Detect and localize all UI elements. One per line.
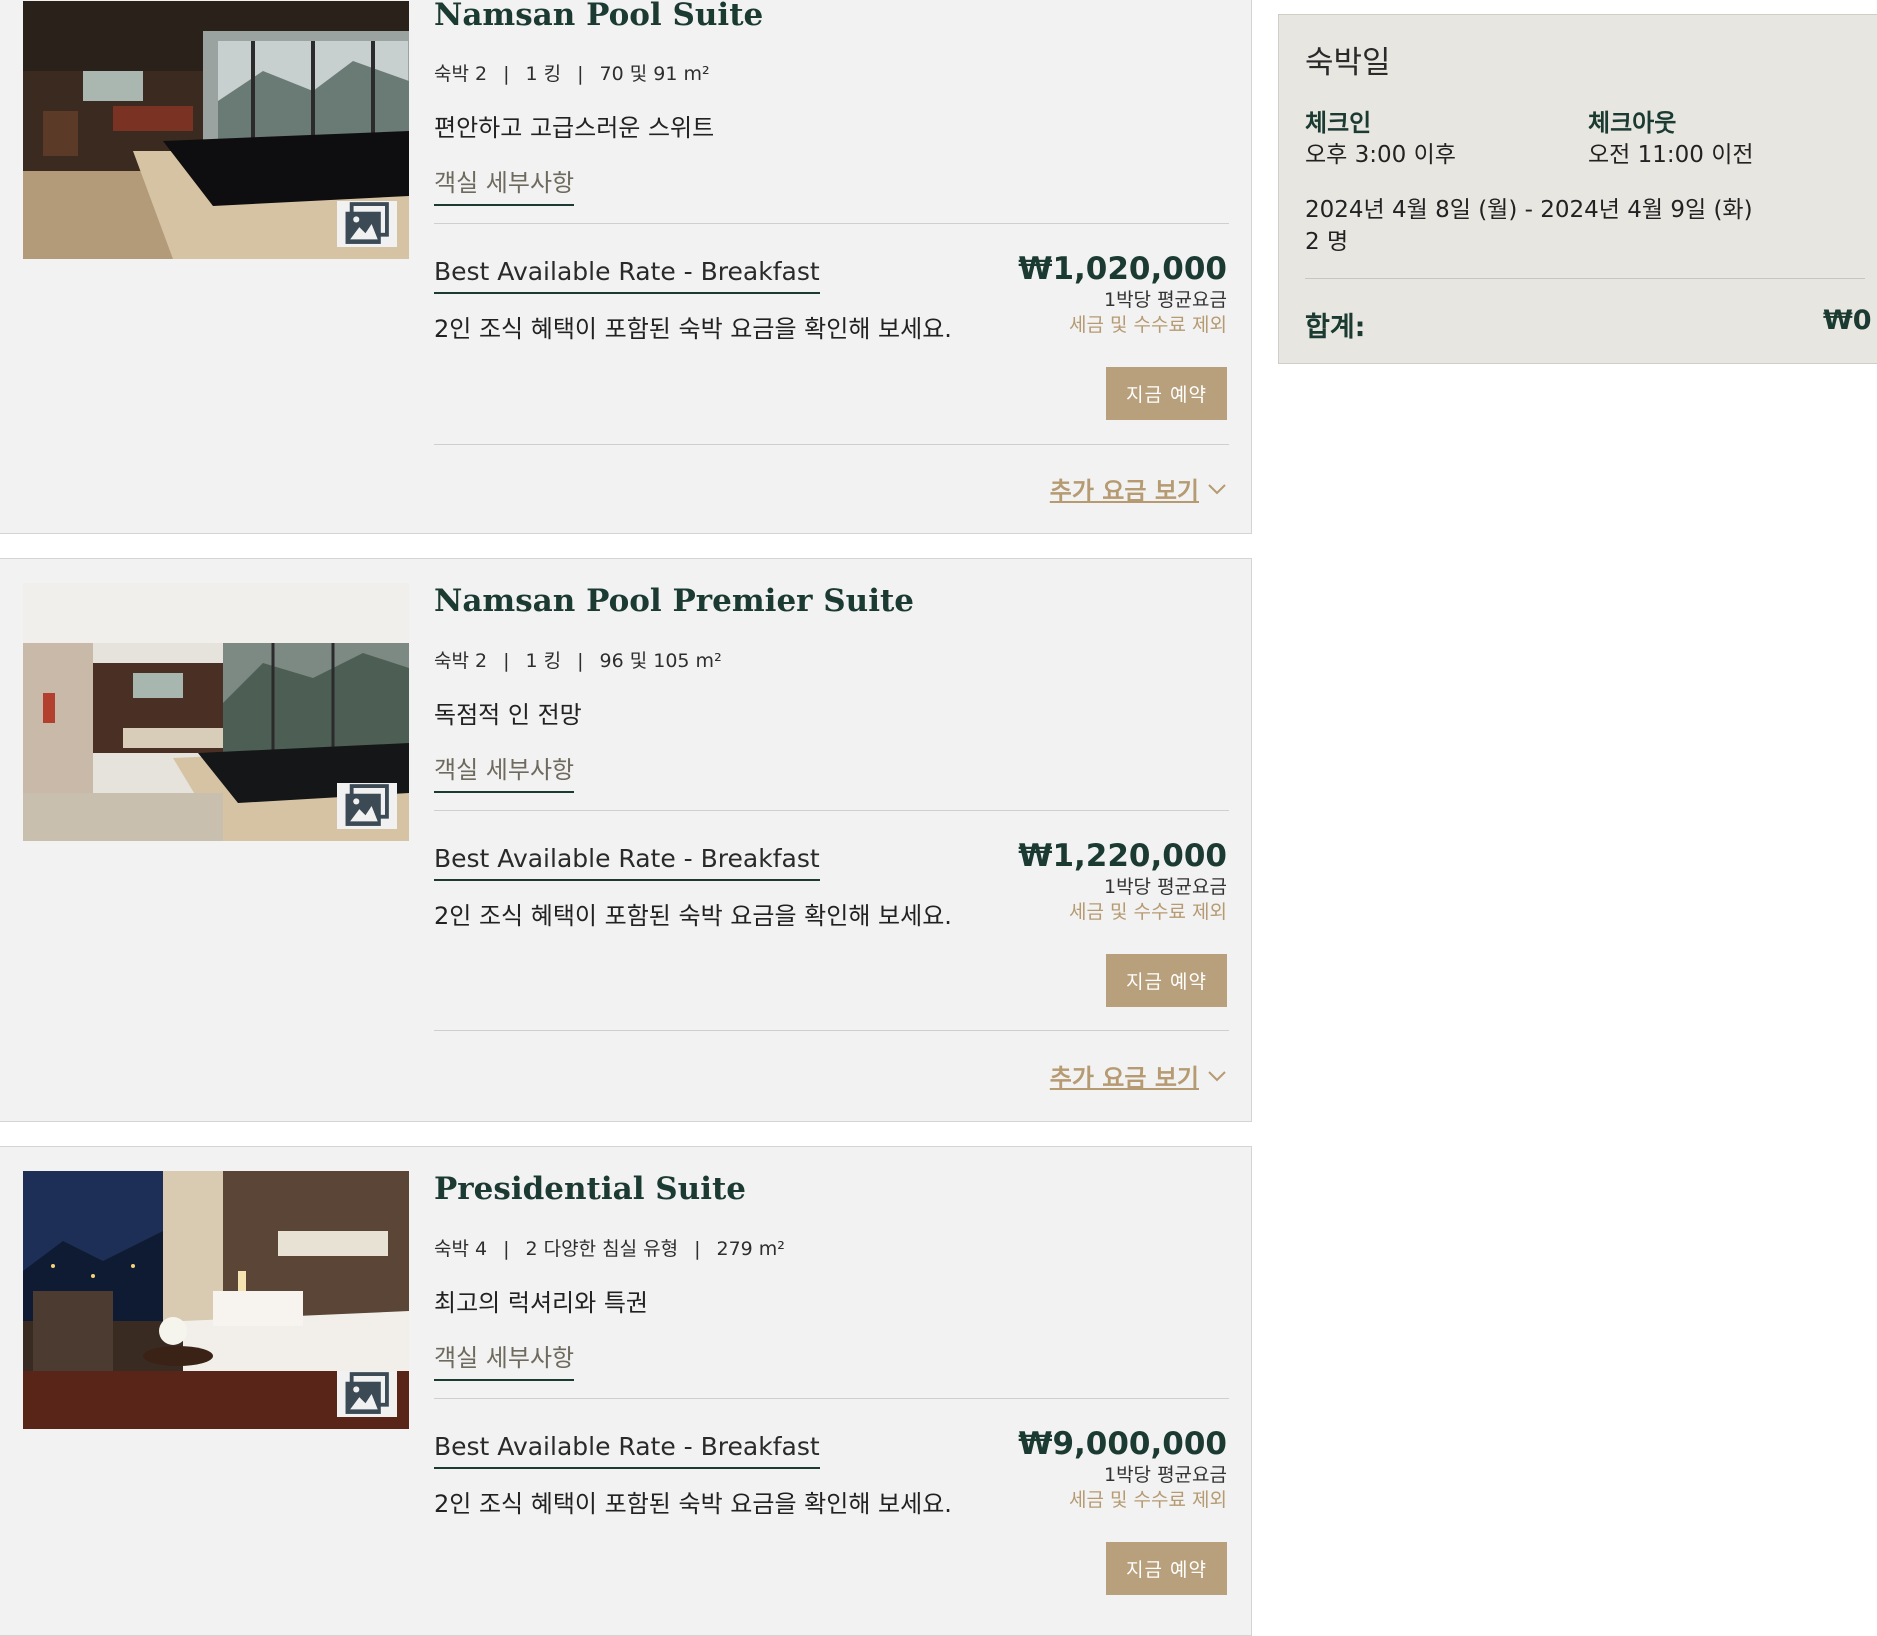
more-rates-link[interactable]: 추가 요금 보기 <box>1050 1058 1227 1093</box>
book-now-button[interactable]: 지금 예약 <box>1106 367 1227 420</box>
checkin-time: 오후 3:00 이후 <box>1305 142 1456 168</box>
room-tagline: 편안하고 고급스러운 스위트 <box>434 114 715 142</box>
room-card: Namsan Pool Suite 숙박 2 | 1 킹 | 70 및 91 m² 편안… <box>0 0 1252 534</box>
divider <box>434 810 1229 811</box>
occupancy: 숙박 2 <box>434 650 488 672</box>
checkout-time: 오전 11:00 이전 <box>1588 142 1754 168</box>
chevron-down-icon <box>1208 1070 1226 1081</box>
occupancy: 숙박 4 <box>434 1238 488 1260</box>
bed-type: 1 킹 <box>525 650 562 672</box>
guest-count: 2 명 <box>1305 229 1349 255</box>
room-photo[interactable] <box>23 583 409 841</box>
rate-description: 2인 조식 혜택이 포함된 숙박 요금을 확인해 보세요. <box>434 902 952 930</box>
tax-note: 세금 및 수수료 제외 <box>1069 314 1227 336</box>
room-details-link[interactable]: 객실 세부사항 <box>434 163 575 206</box>
more-rates-label: 추가 요금 보기 <box>1049 477 1199 505</box>
tax-note: 세금 및 수수료 제외 <box>1069 1489 1227 1511</box>
bed-type: 2 다양한 침실 유형 <box>525 1238 679 1260</box>
room-title: Presidential Suite <box>434 1171 747 1207</box>
rate-name-link[interactable]: Best Available Rate - Breakfast <box>434 257 820 294</box>
room-tagline: 독점적 인 전망 <box>434 701 582 729</box>
total-label: 합계: <box>1305 312 1366 343</box>
checkout-label: 체크아웃 <box>1588 109 1677 137</box>
rate-description: 2인 조식 혜택이 포함된 숙박 요금을 확인해 보세요. <box>434 315 952 343</box>
per-night-label: 1박당 평균요금 <box>1103 289 1227 311</box>
occupancy: 숙박 2 <box>434 63 488 85</box>
room-size: 96 및 105 m² <box>599 650 722 672</box>
room-price: ₩1,020,000 <box>1018 251 1227 287</box>
rate-description: 2인 조식 혜택이 포함된 숙박 요금을 확인해 보세요. <box>434 1490 952 1518</box>
bed-type: 1 킹 <box>525 63 562 85</box>
checkin-label: 체크인 <box>1305 109 1372 137</box>
room-details-link[interactable]: 객실 세부사항 <box>434 750 575 793</box>
gallery-button[interactable] <box>337 201 397 247</box>
room-card: Namsan Pool Premier Suite 숙박 2 | 1 킹 | 96 및 … <box>0 558 1252 1122</box>
room-specs: 숙박 2 | 1 킹 | 70 및 91 m² <box>434 63 710 85</box>
summary-divider <box>1305 278 1865 279</box>
rate-name-link[interactable]: Best Available Rate - Breakfast <box>434 1432 820 1469</box>
price-block: ₩9,000,000 1박당 평균요금 세금 및 수수료 제외 <box>1018 1426 1227 1512</box>
room-tagline: 최고의 럭셔리와 특권 <box>434 1289 648 1317</box>
rate-name-link[interactable]: Best Available Rate - Breakfast <box>434 844 820 881</box>
chevron-down-icon <box>1208 483 1226 494</box>
more-rates-label: 추가 요금 보기 <box>1049 1064 1199 1092</box>
image-gallery-icon <box>345 202 389 244</box>
price-block: ₩1,220,000 1박당 평균요금 세금 및 수수료 제외 <box>1018 838 1227 924</box>
room-price: ₩9,000,000 <box>1018 1426 1227 1462</box>
room-specs: 숙박 2 | 1 킹 | 96 및 105 m² <box>434 650 722 672</box>
stay-summary-panel: 숙박일 체크인 오후 3:00 이후 체크아웃 오전 11:00 이전 2024… <box>1278 14 1877 364</box>
per-night-label: 1박당 평균요금 <box>1103 876 1227 898</box>
divider <box>434 1030 1229 1031</box>
book-now-button[interactable]: 지금 예약 <box>1106 954 1227 1007</box>
room-title: Namsan Pool Suite <box>434 0 764 33</box>
room-specs: 숙박 4 | 2 다양한 침실 유형 | 279 m² <box>434 1238 785 1260</box>
gallery-button[interactable] <box>337 1371 397 1417</box>
stay-dates: 2024년 4월 8일 (월) - 2024년 4월 9일 (화) <box>1305 197 1753 223</box>
room-price: ₩1,220,000 <box>1018 838 1227 874</box>
book-now-button[interactable]: 지금 예약 <box>1106 1542 1227 1595</box>
room-photo[interactable] <box>23 1171 409 1429</box>
divider <box>434 1398 1229 1399</box>
total-value: ₩0 <box>1823 305 1872 336</box>
room-size: 70 및 91 m² <box>599 63 710 85</box>
divider <box>434 444 1229 445</box>
room-details-link[interactable]: 객실 세부사항 <box>434 1338 575 1381</box>
room-size: 279 m² <box>716 1238 785 1260</box>
summary-title: 숙박일 <box>1305 45 1391 81</box>
more-rates-link[interactable]: 추가 요금 보기 <box>1050 471 1227 506</box>
image-gallery-icon <box>345 784 389 826</box>
price-block: ₩1,020,000 1박당 평균요금 세금 및 수수료 제외 <box>1018 251 1227 337</box>
tax-note: 세금 및 수수료 제외 <box>1069 901 1227 923</box>
room-title: Namsan Pool Premier Suite <box>434 583 915 619</box>
gallery-button[interactable] <box>337 783 397 829</box>
per-night-label: 1박당 평균요금 <box>1103 1464 1227 1486</box>
room-photo[interactable] <box>23 1 409 259</box>
divider <box>434 223 1229 224</box>
image-gallery-icon <box>345 1372 389 1414</box>
room-card: Presidential Suite 숙박 4 | 2 다양한 침실 유형 | 279 … <box>0 1146 1252 1636</box>
